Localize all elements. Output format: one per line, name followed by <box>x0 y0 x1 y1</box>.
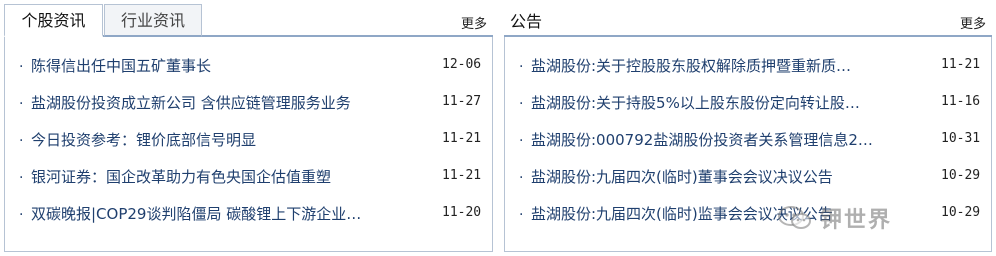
stock-news-more-link[interactable]: 更多 <box>461 13 487 32</box>
watermark-text: 钾世界 <box>820 208 893 233</box>
list-item: · 银河证券：国企改革助力有色央国企估值重塑 11-21 <box>5 164 492 201</box>
announcement-date: 11-16 <box>941 94 981 109</box>
announcement-date: 11-21 <box>941 57 981 72</box>
list-item: · 盐湖股份投资成立新公司 含供应链管理服务业务 11-27 <box>5 90 492 127</box>
news-title-link[interactable]: 陈得信出任中国五矿董事长 <box>31 55 421 76</box>
list-item: · 盐湖股份:关于持股5%以上股东股份定向转让股… 11-16 <box>505 90 991 127</box>
bullet-icon: · <box>19 207 24 223</box>
announcement-title-link[interactable]: 盐湖股份:000792盐湖股份投资者关系管理信息2… <box>531 129 919 150</box>
bullet-icon: · <box>519 207 524 223</box>
stock-news-panel: 个股资讯 行业资讯 更多 · 陈得信出任中国五矿董事长 12-06 · 盐湖股份… <box>4 0 493 252</box>
bullet-icon: · <box>519 96 524 112</box>
news-date: 11-20 <box>442 205 482 220</box>
announcements-more-link[interactable]: 更多 <box>960 13 986 32</box>
bullet-icon: · <box>519 133 524 149</box>
news-title-link[interactable]: 银河证券：国企改革助力有色央国企估值重塑 <box>31 166 421 187</box>
list-item: · 盐湖股份:关于控股股东股权解除质押暨重新质… 11-21 <box>505 53 991 90</box>
bullet-icon: · <box>19 96 24 112</box>
list-item: · 陈得信出任中国五矿董事长 12-06 <box>5 53 492 90</box>
news-date: 11-21 <box>442 168 482 183</box>
bullet-icon: · <box>19 133 24 149</box>
announcements-panel: 公告 更多 · 盐湖股份:关于控股股东股权解除质押暨重新质… 11-21 · 盐… <box>504 0 992 252</box>
stock-news-list: · 陈得信出任中国五矿董事长 12-06 · 盐湖股份投资成立新公司 含供应链管… <box>5 37 492 238</box>
announcement-title-link[interactable]: 盐湖股份:关于控股股东股权解除质押暨重新质… <box>531 55 919 76</box>
announcements-title: 公告 <box>510 12 543 31</box>
announcements-header: 公告 更多 <box>504 0 992 37</box>
announcement-date: 10-29 <box>941 205 981 220</box>
bullet-icon: · <box>519 170 524 186</box>
list-item: · 今日投资参考：锂价底部信号明显 11-21 <box>5 127 492 164</box>
news-title-link[interactable]: 盐湖股份投资成立新公司 含供应链管理服务业务 <box>31 92 421 113</box>
bullet-icon: · <box>19 59 24 75</box>
announcements-list: · 盐湖股份:关于控股股东股权解除质押暨重新质… 11-21 · 盐湖股份:关于… <box>505 37 991 238</box>
announcement-title-link[interactable]: 盐湖股份:九届四次(临时)董事会会议决议公告 <box>531 166 919 187</box>
list-item: · 盐湖股份:000792盐湖股份投资者关系管理信息2… 10-31 <box>505 127 991 164</box>
announcement-title-link[interactable]: 盐湖股份:关于持股5%以上股东股份定向转让股… <box>531 92 919 113</box>
tab-stock-news[interactable]: 个股资讯 <box>4 4 103 37</box>
stock-news-body: · 陈得信出任中国五矿董事长 12-06 · 盐湖股份投资成立新公司 含供应链管… <box>4 37 493 252</box>
bullet-icon: · <box>19 170 24 186</box>
watermark: 钾世界 <box>778 200 892 236</box>
list-item: · 盐湖股份:九届四次(临时)董事会会议决议公告 10-29 <box>505 164 991 201</box>
tab-industry-news[interactable]: 行业资讯 <box>104 4 202 37</box>
bullet-icon: · <box>519 59 524 75</box>
list-item: · 盐湖股份:九届四次(临时)监事会会议决议公告 10-29 <box>505 201 991 238</box>
news-date: 11-27 <box>442 94 482 109</box>
news-title-link[interactable]: 今日投资参考：锂价底部信号明显 <box>31 129 421 150</box>
news-title-link[interactable]: 双碳晚报|COP29谈判陷僵局 碳酸锂上下游企业… <box>31 203 421 224</box>
wechat-icon <box>778 205 812 231</box>
announcements-body: · 盐湖股份:关于控股股东股权解除质押暨重新质… 11-21 · 盐湖股份:关于… <box>504 37 992 252</box>
announcement-date: 10-29 <box>941 168 981 183</box>
list-item: · 双碳晚报|COP29谈判陷僵局 碳酸锂上下游企业… 11-20 <box>5 201 492 238</box>
news-date: 11-21 <box>442 131 482 146</box>
announcement-date: 10-31 <box>941 131 981 146</box>
news-date: 12-06 <box>442 57 482 72</box>
stock-news-header: 个股资讯 行业资讯 更多 <box>4 0 493 37</box>
